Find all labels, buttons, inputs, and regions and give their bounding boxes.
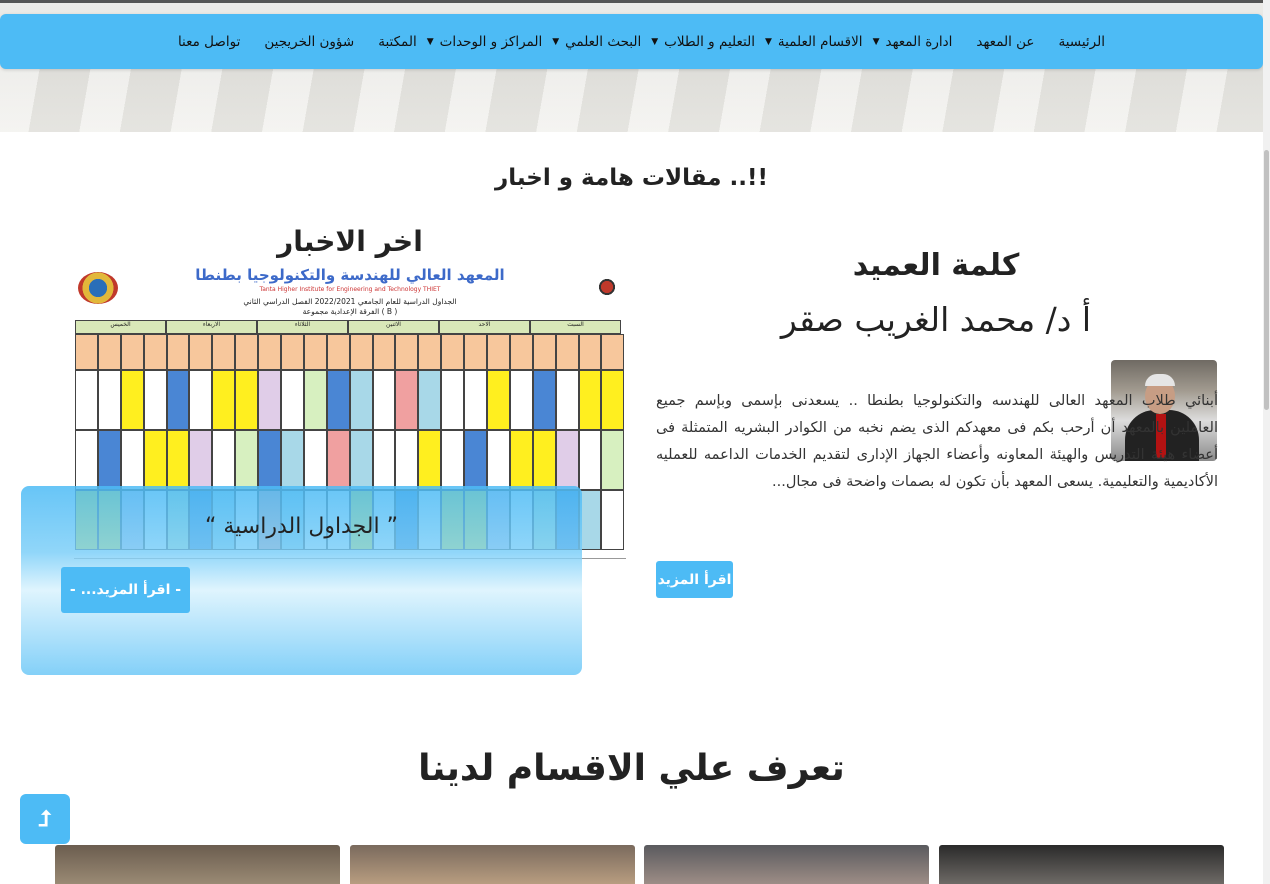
schedule-day-header: الاثنين [348, 320, 439, 334]
nav-item-label: شؤون الخريجين [264, 33, 355, 50]
nav-item[interactable]: المراكز و الوحدات ▼ [427, 34, 543, 50]
department-card[interactable] [644, 845, 929, 884]
dean-read-more-button[interactable]: اقرأ المزيد [656, 561, 733, 598]
schedule-day-header: الثلاثاء [257, 320, 348, 334]
nav-item-label: عن المعهد [976, 33, 1035, 50]
nav-item-label: البحث العلمي [565, 33, 642, 50]
nav-item-label: التعليم و الطلاب [664, 33, 755, 50]
news-heading: اخر الاخبار [277, 225, 423, 258]
caret-down-icon: ▼ [651, 36, 659, 47]
dean-message-text: أبنائي طلاب المعهد العالى للهندسه والتكن… [656, 393, 1218, 490]
caret-down-icon: ▼ [872, 36, 880, 47]
caret-down-icon: ▼ [764, 36, 772, 47]
nav-item[interactable]: الاقسام العلمية ▼ [765, 34, 863, 50]
schedule-day-header: السبت [530, 320, 621, 334]
nav-item[interactable]: التعليم و الطلاب ▼ [651, 34, 755, 50]
schedule-group: الفرقة الإعدادية مجموعة ( B ) [302, 307, 398, 316]
arrow-up-icon: ⮥ [38, 806, 52, 832]
schedule-day-header: الخميس [75, 320, 166, 334]
scrollbar-thumb[interactable] [1264, 150, 1269, 410]
nav-item-label: الاقسام العلمية [777, 33, 863, 50]
articles-section-title: مقالات هامة و اخبار ..!! [495, 165, 768, 191]
caret-down-icon: ▼ [426, 36, 434, 47]
nav-item[interactable]: الرئيسية [1059, 34, 1106, 50]
nav-item-label: ادارة المعهد [885, 33, 953, 50]
nav-item[interactable]: المكتبة [378, 34, 417, 50]
nav-item-label: الرئيسية [1058, 33, 1106, 50]
department-card[interactable] [939, 845, 1224, 884]
nav-item[interactable]: تواصل معنا [178, 34, 240, 50]
scroll-to-top-button[interactable]: ⮥ [20, 794, 70, 844]
dean-heading: كلمة العميد [852, 248, 1020, 283]
department-card[interactable] [55, 845, 340, 884]
schedule-subtitle: الجداول الدراسية للعام الجامعي 2022/2021… [243, 297, 457, 306]
nav-item-label: المكتبة [378, 33, 417, 50]
schedule-institute-name-en: Tanta Higher Institute for Engineering a… [259, 286, 441, 293]
nav-item[interactable]: شؤون الخريجين [264, 34, 354, 50]
department-card[interactable] [350, 845, 635, 884]
caret-down-icon: ▼ [552, 36, 560, 47]
nav-item[interactable]: عن المعهد [976, 34, 1034, 50]
main-navbar: الرئيسية عن المعهد ادارة المعهد ▼ الاقسام ال… [0, 14, 1263, 69]
schedule-day-header: الاربعاء [166, 320, 257, 334]
departments-section-title: تعرف علي الاقسام لدينا [418, 748, 845, 789]
dean-name: أ د/ محمد الغريب صقر [780, 300, 1092, 339]
nav-item[interactable]: البحث العلمي ▼ [552, 34, 641, 50]
news-caption: “ الجداول الدراسية ” [204, 514, 399, 539]
schedule-institute-name: المعهد العالي للهندسة والتكنولوجيا بطنطا [195, 266, 505, 284]
nav-item[interactable]: ادارة المعهد ▼ [873, 34, 953, 50]
schedule-day-header: الاحد [439, 320, 530, 334]
nav-item-label: المراكز و الوحدات [439, 33, 543, 50]
page-scrollbar[interactable] [1263, 0, 1270, 884]
news-read-more-button[interactable]: - ...اقرأ المزيد - [61, 567, 190, 613]
nav-item-label: تواصل معنا [177, 33, 241, 50]
